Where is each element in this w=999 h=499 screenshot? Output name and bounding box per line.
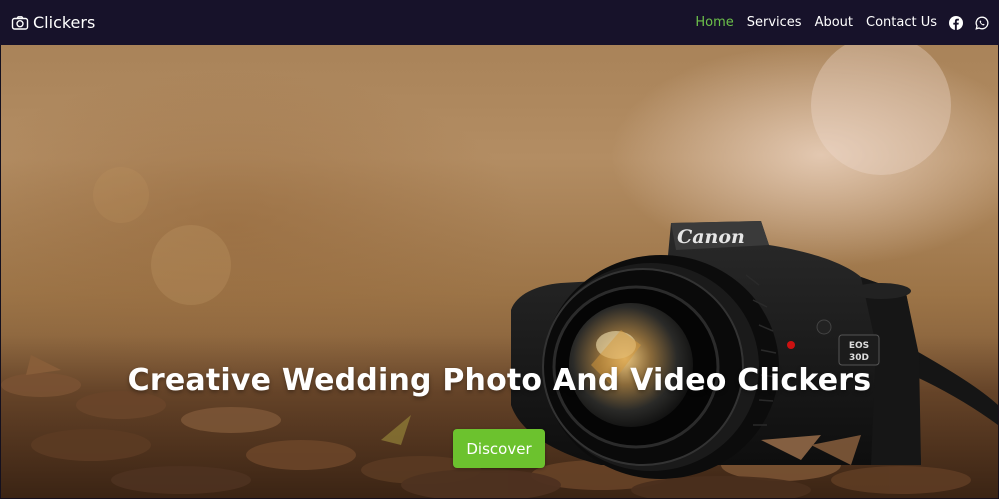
nav-links: Home Services About Contact Us — [695, 15, 989, 30]
camera-model-text: EOS — [849, 341, 869, 351]
brand-name: Clickers — [33, 13, 96, 32]
hero-banner: EOS 30D Canon Creative Wedding Photo And… — [1, 45, 998, 498]
discover-button[interactable]: Discover — [453, 429, 545, 468]
nav-link-about[interactable]: About — [815, 15, 853, 30]
svg-text:30D: 30D — [849, 353, 869, 363]
camera-brand-text: Canon — [677, 226, 745, 248]
nav-link-services[interactable]: Services — [747, 15, 802, 30]
whatsapp-icon[interactable] — [975, 16, 989, 30]
brand-logo-link[interactable]: Clickers — [11, 13, 95, 32]
camera-icon — [11, 14, 29, 32]
nav-link-contact-us[interactable]: Contact Us — [866, 15, 937, 30]
page: Clickers Home Services About Contact Us — [0, 0, 999, 499]
top-navbar: Clickers Home Services About Contact Us — [0, 0, 999, 45]
hero-title: Creative Wedding Photo And Video Clicker… — [127, 363, 872, 398]
nav-link-home[interactable]: Home — [695, 15, 733, 30]
facebook-icon[interactable] — [949, 15, 963, 30]
